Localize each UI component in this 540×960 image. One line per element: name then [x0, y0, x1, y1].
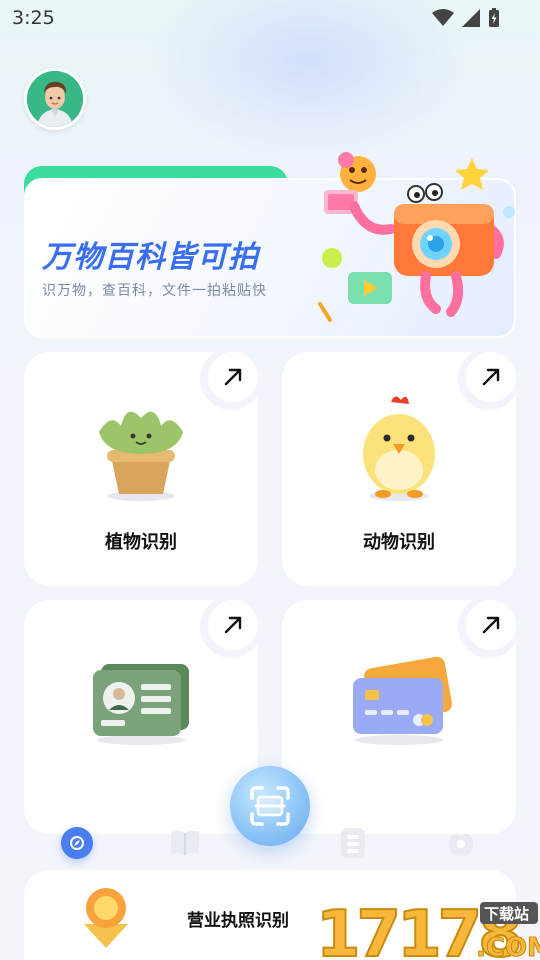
nav-item-library[interactable] [168, 826, 202, 860]
wifi-icon [432, 9, 454, 26]
card-label: 营业执照识别 [187, 911, 289, 931]
svg-text:.COM: .COM [476, 933, 540, 960]
arrow-up-right-icon [482, 368, 500, 386]
nav-active-indicator [61, 827, 93, 859]
compass-icon [70, 836, 84, 850]
arrow-up-right-icon [482, 616, 500, 634]
open-arrow-button[interactable] [208, 600, 258, 650]
award-badge-icon [84, 888, 128, 948]
open-arrow-button[interactable] [208, 352, 258, 402]
bank-card-icon [353, 656, 452, 745]
arrow-up-right-icon [224, 368, 242, 386]
status-bar: 3:25 [0, 0, 540, 36]
id-card-recognition-card[interactable] [24, 596, 262, 834]
signal-icon [462, 9, 480, 27]
animal-recognition-card[interactable]: 动物识别 [282, 348, 520, 586]
svg-text:下载站: 下载站 [484, 905, 529, 923]
plant-icon [99, 411, 183, 501]
promo-banner[interactable]: 万物百科皆可拍 识万物，查百科，文件一拍粘贴快 [24, 152, 516, 338]
status-icons [432, 8, 500, 28]
battery-icon [489, 8, 499, 27]
id-card-icon [93, 664, 189, 745]
scan-icon [250, 786, 290, 826]
arrow-up-right-icon [224, 616, 242, 634]
banner-title: 万物百科皆可拍 [42, 240, 259, 275]
user-avatar-icon [27, 71, 83, 127]
nav-item-records[interactable] [336, 826, 370, 860]
chick-icon [363, 396, 435, 501]
open-arrow-button[interactable] [466, 352, 516, 402]
watermark-logo: 17178 下载站 .COM [315, 897, 540, 960]
bank-card-recognition-card[interactable] [282, 596, 520, 834]
list-icon [341, 828, 365, 858]
book-icon [171, 830, 199, 855]
nav-item-discover[interactable] [60, 826, 94, 860]
plant-recognition-card[interactable]: 植物识别 [24, 348, 262, 586]
status-time: 3:25 [12, 7, 55, 29]
camera-mascot-illustration [318, 152, 515, 322]
nav-item-profile[interactable] [444, 826, 478, 860]
card-label: 植物识别 [105, 532, 177, 553]
scan-button[interactable] [230, 766, 310, 846]
open-arrow-button[interactable] [466, 600, 516, 650]
apple-icon [448, 833, 474, 856]
card-label: 动物识别 [363, 532, 435, 553]
avatar[interactable] [24, 68, 86, 130]
site-watermark: 17178 下载站 .COM [315, 897, 540, 960]
banner-subtitle: 识万物，查百科，文件一拍粘贴快 [42, 283, 267, 299]
